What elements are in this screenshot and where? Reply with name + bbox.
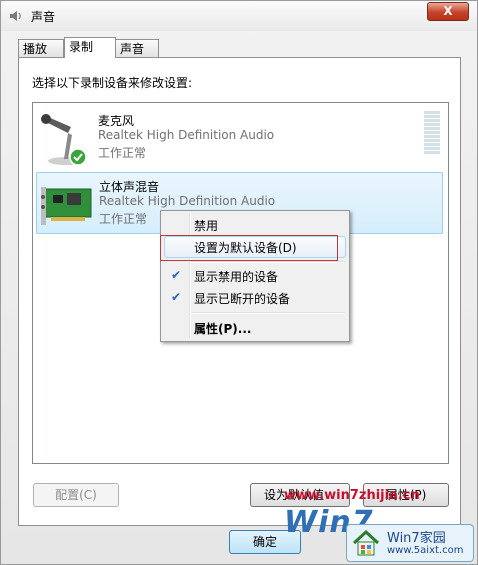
menu-separator xyxy=(191,312,346,314)
menu-item-show-disconnected[interactable]: ✔ 显示已断开的设备 xyxy=(164,287,346,309)
title-bar[interactable]: 声音 X xyxy=(1,1,477,31)
device-item-microphone[interactable]: 麦克风 Realtek High Definition Audio 工作正常 xyxy=(36,107,443,169)
device-name: 立体声混音 xyxy=(99,180,160,194)
sound-dialog: 声音 X 播放 录制 声音 选择以下录制设备来修改设置: 麦克风 Realtek… xyxy=(0,0,478,565)
checkmark-icon: ✔ xyxy=(170,268,182,282)
speaker-icon xyxy=(10,11,21,21)
device-driver: Realtek High Definition Audio xyxy=(98,128,275,142)
tab-recording[interactable]: 录制 xyxy=(64,37,116,58)
annotation-highlight xyxy=(160,235,338,261)
watermark-url: www.win7zhijia.cn xyxy=(284,488,420,503)
tab-sounds[interactable]: 声音 xyxy=(115,39,159,57)
menu-item-show-disabled[interactable]: ✔ 显示禁用的设备 xyxy=(164,265,346,287)
sound-card-icon xyxy=(41,187,92,225)
tab-playback[interactable]: 播放 xyxy=(18,39,64,57)
menu-item-label: 属性(P)... xyxy=(194,322,252,336)
window-title: 声音 xyxy=(31,10,56,24)
menu-item-label: 禁用 xyxy=(194,219,219,233)
device-name: 麦克风 xyxy=(98,114,135,128)
close-button[interactable]: X xyxy=(427,2,469,21)
badge-url: www.5aixt.com xyxy=(387,545,464,556)
check-icon xyxy=(69,148,87,166)
device-driver: Realtek High Definition Audio xyxy=(99,194,276,208)
configure-button[interactable]: 配置(C) xyxy=(33,483,119,507)
house-icon xyxy=(352,529,380,556)
watermark-badge: Win7家园 www.5aixt.com xyxy=(346,524,474,562)
menu-separator xyxy=(191,261,346,263)
device-status: 工作正常 xyxy=(98,146,147,160)
microphone-icon xyxy=(41,114,87,166)
menu-item-label: 显示已断开的设备 xyxy=(194,292,291,306)
level-meter xyxy=(424,111,440,155)
menu-item-properties[interactable]: 属性(P)... xyxy=(164,317,346,339)
context-menu: 禁用 设置为默认设备(D) ✔ 显示禁用的设备 ✔ 显示已断开的设备 属性(P)… xyxy=(160,210,350,342)
menu-item-disable[interactable]: 禁用 xyxy=(164,214,346,236)
instruction-text: 选择以下录制设备来修改设置: xyxy=(32,76,193,90)
menu-item-label: 显示禁用的设备 xyxy=(194,270,279,284)
checkmark-icon: ✔ xyxy=(170,290,182,304)
device-status: 工作正常 xyxy=(99,212,148,226)
badge-title: Win7家园 xyxy=(387,531,446,546)
